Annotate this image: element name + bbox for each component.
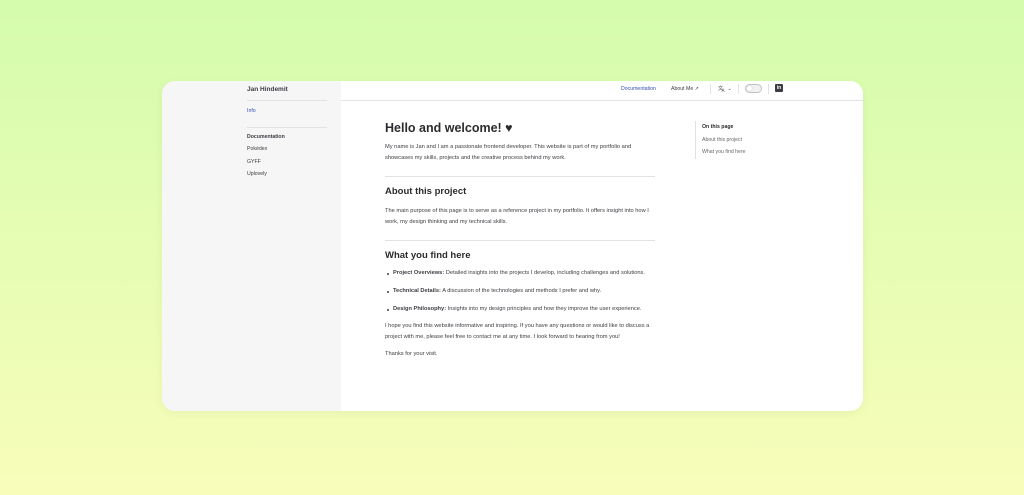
chevron-down-icon: ⌄ bbox=[727, 85, 732, 92]
feature-list: Project Overviews: Detailed insights int… bbox=[385, 268, 655, 315]
linkedin-icon[interactable]: in bbox=[775, 84, 783, 92]
toggle-knob bbox=[747, 86, 752, 91]
closing-paragraph: I hope you find this website informative… bbox=[385, 323, 650, 340]
intro-paragraph: My name is Jan and I am a passionate fro… bbox=[385, 144, 632, 161]
theme-toggle[interactable] bbox=[745, 84, 762, 93]
sidebar-item-info[interactable]: Info bbox=[247, 108, 256, 114]
page-title: Hello and welcome! ♥ bbox=[385, 121, 513, 135]
sidebar-heading-documentation: Documentation bbox=[247, 134, 285, 140]
sidebar-divider bbox=[247, 127, 327, 128]
nav-separator bbox=[710, 84, 711, 94]
section-divider bbox=[385, 240, 655, 241]
thanks-paragraph: Thanks for your visit. bbox=[385, 351, 438, 357]
topbar-divider bbox=[341, 100, 863, 101]
sidebar-item-uplovely[interactable]: Uplovely bbox=[247, 171, 267, 177]
sidebar-divider bbox=[247, 100, 327, 101]
table-of-contents: On this page About this project What you… bbox=[695, 121, 746, 159]
svg-text:A: A bbox=[722, 88, 726, 92]
sidebar: Jan Hindemit Info Documentation Pokédex … bbox=[162, 81, 341, 411]
toc-item-find[interactable]: What you find here bbox=[702, 146, 746, 159]
section-divider bbox=[385, 176, 655, 177]
about-heading: About this project bbox=[385, 186, 467, 197]
list-item: Technical Details: A discussion of the t… bbox=[385, 286, 655, 297]
language-switcher[interactable]: 文 A ⌄ bbox=[718, 85, 732, 94]
find-heading: What you find here bbox=[385, 250, 471, 261]
nav-about-link[interactable]: About Me ↗ bbox=[671, 86, 699, 92]
translate-icon: 文 A bbox=[718, 85, 726, 94]
site-title[interactable]: Jan Hindemit bbox=[247, 86, 288, 93]
nav-separator bbox=[738, 84, 739, 94]
nav-separator bbox=[768, 84, 769, 94]
list-item: Project Overviews: Detailed insights int… bbox=[385, 268, 655, 279]
list-item: Design Philosophy: Insights into my desi… bbox=[385, 304, 655, 315]
about-paragraph: The main purpose of this page is to serv… bbox=[385, 208, 649, 225]
toc-item-about[interactable]: About this project bbox=[702, 134, 746, 147]
browser-window: Jan Hindemit Info Documentation Pokédex … bbox=[162, 81, 863, 411]
toc-title: On this page bbox=[702, 124, 734, 130]
sidebar-item-gyff[interactable]: GYFF bbox=[247, 159, 261, 165]
sidebar-item-pokedex[interactable]: Pokédex bbox=[247, 146, 267, 152]
main-content: Hello and welcome! ♥ My name is Jan and … bbox=[385, 121, 655, 360]
nav-documentation-link[interactable]: Documentation bbox=[621, 86, 656, 92]
